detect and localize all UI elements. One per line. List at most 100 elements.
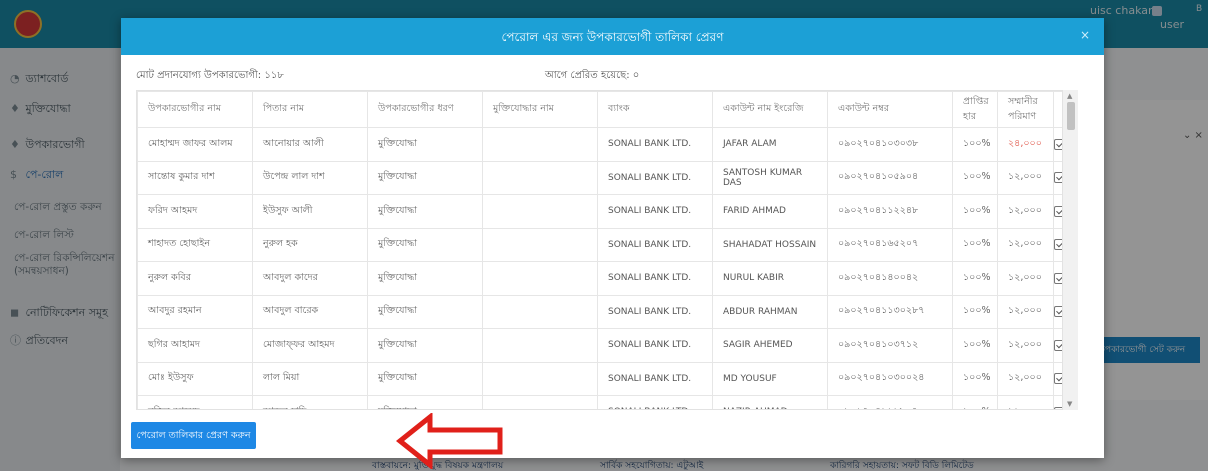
col-receipt-rate: প্রাপ্তির হার (952, 91, 998, 128)
cell-bank: SONALI BANK LTD. (597, 261, 713, 296)
table-row: ছগির আহামদ মোজাফ্ফর আহমদ মুক্তিযোদ্ধা SONAL… (137, 328, 1064, 363)
cell-freedom-fighter-name (482, 160, 598, 195)
cell-bank: SONALI BANK LTD. (597, 294, 713, 329)
cell-father-name: লাল মিয়া (252, 361, 368, 396)
table-row: শাহাদত হোছাইন নুরুল হক মুক্তিযোদ্ধা SONALI … (137, 227, 1064, 262)
cell-account-name: NURUL KABIR (712, 261, 828, 296)
cell-account-number: ০৯০২৭০৪১৬৫২০৭ (827, 227, 953, 262)
scroll-thumb[interactable] (1067, 102, 1075, 130)
cell-beneficiary-name: মোহাম্মদ জাফর আলম (137, 127, 253, 162)
cell-father-name: ইউসুফ আলী (252, 194, 368, 229)
cell-account-number: ০৯০২৭০৪১১৩০২৮৭ (827, 294, 953, 329)
cell-receipt-rate: ১০০% (952, 227, 998, 262)
cell-receipt-rate: ১০০% (952, 395, 998, 409)
cell-account-number: ০৯০২৭০৪১২৯৮০৭ (827, 395, 953, 409)
cell-beneficiary-name: ফরিদ আহমদ (137, 194, 253, 229)
cell-honorarium-amount: ১২,০০০ (997, 160, 1054, 195)
cell-honorarium-amount: ১২,০০০ (997, 395, 1054, 409)
close-icon[interactable]: × (1080, 28, 1090, 42)
cell-receipt-rate: ১০০% (952, 361, 998, 396)
col-beneficiary-type: উপকারভোগীর ধরণ (367, 91, 483, 128)
cell-beneficiary-name: শাহাদত হোছাইন (137, 227, 253, 262)
cell-father-name: আব্দুল হাদি (252, 395, 368, 409)
cell-account-number: ০৯০২৭০৪১০৫৯০৪ (827, 160, 953, 195)
cell-honorarium-amount: ২৪,০০০ (997, 127, 1054, 162)
cell-father-name: আনোয়ার আলী (252, 127, 368, 162)
col-account-number: একাউন্ট নম্বর (827, 91, 953, 128)
table-row: আবদুর রহমান আবদুল বারেক মুক্তিযোদ্ধা SONALI… (137, 294, 1064, 329)
beneficiary-table: উপকারভোগীর নাম পিতার নাম উপকারভোগীর ধরণ মুক… (137, 91, 1064, 409)
cell-honorarium-amount: ১২,০০০ (997, 294, 1054, 329)
send-payroll-list-button[interactable]: পেরোল তালিকার প্রেরণ করুন (131, 422, 256, 449)
cell-bank: SONALI BANK LTD. (597, 127, 713, 162)
cell-bank: SONALI BANK LTD. (597, 328, 713, 363)
cell-father-name: মোজাফ্ফর আহমদ (252, 328, 368, 363)
table-scrollbar[interactable]: ▲ ▼ (1062, 90, 1078, 410)
cell-beneficiary-name: নুরুল কবির (137, 261, 253, 296)
cell-father-name: নুরুল হক (252, 227, 368, 262)
cell-receipt-rate: ১০০% (952, 194, 998, 229)
cell-bank: SONALI BANK LTD. (597, 194, 713, 229)
beneficiary-table-container[interactable]: উপকারভোগীর নাম পিতার নাম উপকারভোগীর ধরণ মুক… (136, 90, 1078, 410)
cell-account-number: ০৯০২৭০৪১১২২৪৮ (827, 194, 953, 229)
scroll-down-icon[interactable]: ▼ (1067, 400, 1072, 408)
col-beneficiary-name: উপকারভোগীর নাম (137, 91, 253, 128)
cell-beneficiary-name: ছগির আহামদ (137, 328, 253, 363)
col-father-name: পিতার নাম (252, 91, 368, 128)
cell-account-name: FARID AHMAD (712, 194, 828, 229)
cell-beneficiary-type: মুক্তিযোদ্ধা (367, 294, 483, 329)
cell-beneficiary-type: মুক্তিযোদ্ধা (367, 361, 483, 396)
cell-beneficiary-name: মোঃ ইউসুফ (137, 361, 253, 396)
cell-account-number: ০৯০২৭০৪১৪০০৪২ (827, 261, 953, 296)
col-freedom-fighter-name: মুক্তিযোদ্ধার নাম (482, 91, 598, 128)
cell-honorarium-amount: ১২,০০০ (997, 328, 1054, 363)
cell-bank: SONALI BANK LTD. (597, 395, 713, 409)
cell-bank: SONALI BANK LTD. (597, 160, 713, 195)
cell-beneficiary-type: মুক্তিযোদ্ধা (367, 127, 483, 162)
total-payable-count: মোট প্রদানযোগ্য উপকারভোগী: ১১৮ (136, 70, 284, 81)
col-bank: ব্যাংক (597, 91, 713, 128)
scroll-up-icon[interactable]: ▲ (1067, 92, 1072, 100)
cell-beneficiary-type: মুক্তিযোদ্ধা (367, 261, 483, 296)
cell-freedom-fighter-name (482, 261, 598, 296)
cell-freedom-fighter-name (482, 127, 598, 162)
cell-freedom-fighter-name (482, 395, 598, 409)
cell-account-name: SANTOSH KUMAR DAS (712, 160, 828, 195)
cell-account-name: MD YOUSUF (712, 361, 828, 396)
cell-account-name: ABDUR RAHMAN (712, 294, 828, 329)
cell-beneficiary-type: মুক্তিযোদ্ধা (367, 227, 483, 262)
cell-account-name: SHAHADAT HOSSAIN (712, 227, 828, 262)
table-row: নুরুল কবির আবদুল কাদের মুক্তিযোদ্ধা SONALI … (137, 261, 1064, 296)
cell-freedom-fighter-name (482, 194, 598, 229)
cell-bank: SONALI BANK LTD. (597, 361, 713, 396)
cell-honorarium-amount: ১২,০০০ (997, 261, 1054, 296)
cell-receipt-rate: ১০০% (952, 294, 998, 329)
cell-account-number: ০৯০২৭০৪১০৩৭১২ (827, 328, 953, 363)
cell-receipt-rate: ১০০% (952, 261, 998, 296)
cell-account-number: ০৯০২৭০৪১০৩০০২৪ (827, 361, 953, 396)
cell-freedom-fighter-name (482, 227, 598, 262)
cell-beneficiary-name: নজির আহমদ (137, 395, 253, 409)
cell-honorarium-amount: ১২,০০০ (997, 361, 1054, 396)
cell-account-name: JAFAR ALAM (712, 127, 828, 162)
table-row: ফরিদ আহমদ ইউসুফ আলী মুক্তিযোদ্ধা SONALI BAN… (137, 194, 1064, 229)
cell-account-number: ০৯০২৭০৪১০৩০৩৮ (827, 127, 953, 162)
cell-receipt-rate: ১০০% (952, 160, 998, 195)
cell-account-name: NAZIR AHMAD (712, 395, 828, 409)
table-row: নজির আহমদআব্দুল হাদিমুক্তিযোদ্ধা SONALI B… (137, 395, 1064, 409)
payroll-send-modal: পেরোল এর জন্য উপকারভোগী তালিকা প্রেরণ × … (121, 18, 1104, 469)
col-account-name: একাউন্ট নাম ইংরেজি (712, 91, 828, 128)
cell-freedom-fighter-name (482, 361, 598, 396)
cell-receipt-rate: ১০০% (952, 328, 998, 363)
modal-header: পেরোল এর জন্য উপকারভোগী তালিকা প্রেরণ × (121, 18, 1104, 55)
cell-receipt-rate: ১০০% (952, 127, 998, 162)
cell-honorarium-amount: ১২,০০০ (997, 194, 1054, 229)
cell-honorarium-amount: ১২,০০০ (997, 227, 1054, 262)
cell-freedom-fighter-name (482, 294, 598, 329)
cell-beneficiary-type: মুক্তিযোদ্ধা (367, 194, 483, 229)
table-row: মোহাম্মদ জাফর আলম আনোয়ার আলী মুক্তিযোদ্ধা… (137, 127, 1064, 162)
cell-account-name: SAGIR AHEMED (712, 328, 828, 363)
table-row: সান্তোষ কুমার দাশ উপেন্দ্র লাল দাশ মুক্তিয… (137, 160, 1064, 195)
col-honorarium-amount: সম্মানীর পরিমাণ (997, 91, 1054, 128)
cell-father-name: আবদুল বারেক (252, 294, 368, 329)
